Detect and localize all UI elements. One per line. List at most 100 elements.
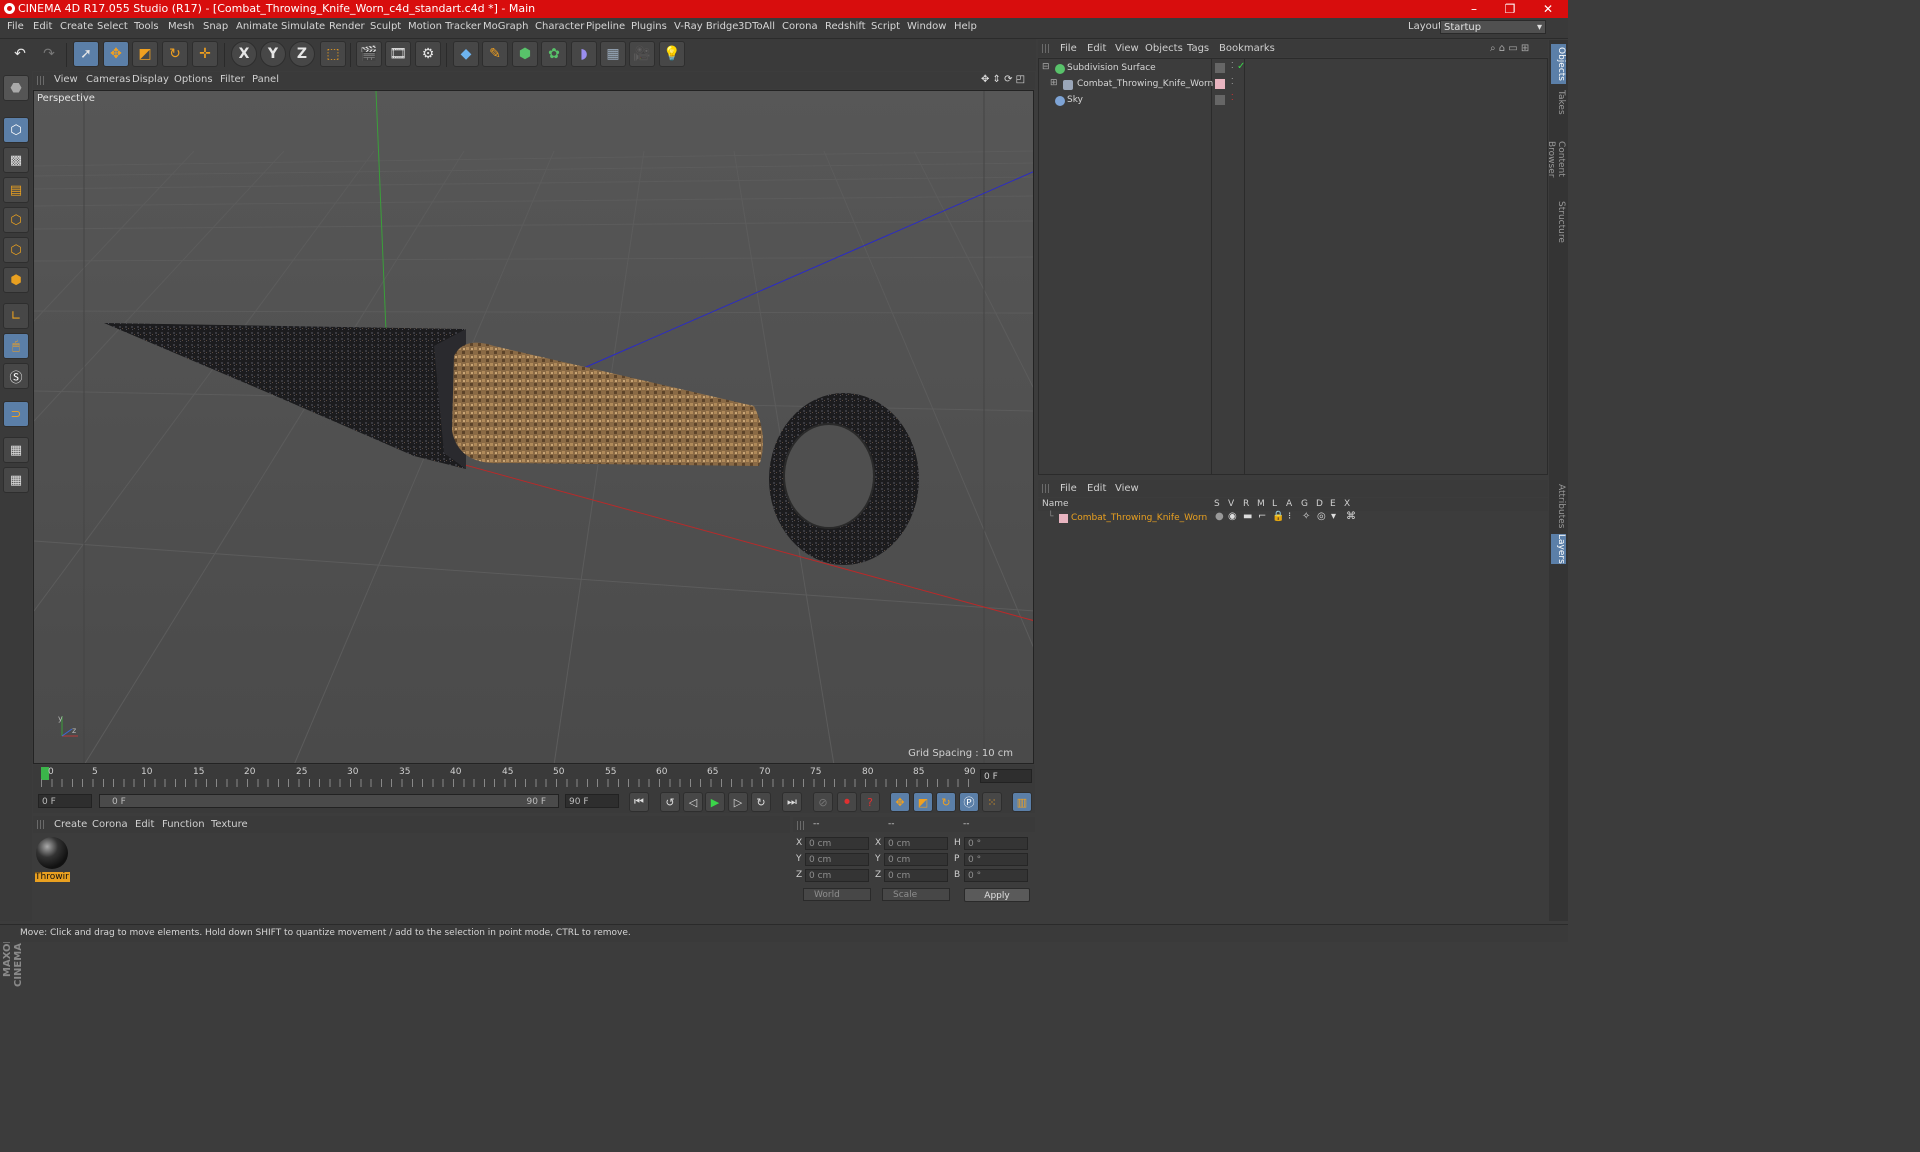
position-y-field[interactable]: 0 cm [805, 853, 869, 866]
layer-lock-icon[interactable]: 🔒 [1272, 511, 1284, 522]
lock-workplane-icon[interactable]: ▦ [3, 437, 29, 463]
material-menu-create[interactable]: Create [54, 819, 87, 830]
layer-expression-icon[interactable]: ▾ [1331, 511, 1336, 522]
visibility-dots-icon[interactable]: ⁚ [1231, 61, 1234, 70]
menu-select[interactable]: Select [97, 21, 128, 32]
menu-redshift[interactable]: Redshift [825, 21, 866, 32]
viewport-menu-view[interactable]: View [54, 74, 78, 85]
menu-mesh[interactable]: Mesh [168, 21, 194, 32]
viewport-menu-options[interactable]: Options [174, 74, 213, 85]
layer-menu-edit[interactable]: Edit [1087, 483, 1106, 494]
menu-window[interactable]: Window [907, 21, 946, 32]
transform-tool-icon[interactable]: ✛ [192, 41, 218, 67]
coordinate-system-icon[interactable]: ⬚ [320, 41, 346, 67]
tab-attributes[interactable]: Attributes [1551, 482, 1566, 530]
points-mode-icon[interactable]: ⬡ [3, 207, 29, 233]
size-mode-select[interactable]: Scale [882, 888, 950, 901]
axis-mode-icon[interactable]: ∟ [3, 303, 29, 329]
layer-menu-file[interactable]: File [1060, 483, 1077, 494]
viewport-menu-display[interactable]: Display [132, 74, 169, 85]
range-slider[interactable]: 0 F 90 F [99, 794, 559, 808]
edit-render-settings-icon[interactable]: ⚙ [415, 41, 441, 67]
tab-structure[interactable]: Structure [1551, 200, 1566, 244]
previous-frame-icon[interactable]: ◁ [683, 792, 703, 812]
autokey-icon[interactable]: ⏺ [837, 792, 857, 812]
end-frame-field[interactable]: 90 F [565, 794, 619, 808]
layer-visible-eye-icon[interactable]: ◉ [1228, 511, 1237, 522]
pen-spline-icon[interactable]: ✎ [482, 41, 508, 67]
coordinate-mode-select[interactable]: World [803, 888, 871, 901]
layer-generator-icon[interactable]: ✧ [1302, 511, 1310, 522]
apply-button[interactable]: Apply [964, 888, 1030, 902]
model-mode-icon[interactable]: ⬡ [3, 117, 29, 143]
menu-mograph[interactable]: MoGraph [483, 21, 528, 32]
layer-row[interactable]: └ Combat_Throwing_Knife_Worn ● ◉ ▬ ⌐ 🔒 ⁝… [1038, 511, 1546, 527]
menu-vray-bridge[interactable]: V-Ray Bridge [674, 21, 738, 32]
polygons-mode-icon[interactable]: ⬢ [3, 267, 29, 293]
y-axis-lock[interactable]: Y [260, 41, 286, 67]
menu-edit[interactable]: Edit [33, 21, 52, 32]
viewport-menu-filter[interactable]: Filter [220, 74, 245, 85]
render-view-icon[interactable]: 🎬 [356, 41, 382, 67]
texture-mode-icon[interactable]: ▩ [3, 147, 29, 173]
start-frame-field[interactable]: 0 F [38, 794, 92, 808]
current-frame-field[interactable]: 0 F [980, 769, 1032, 783]
viewport-menu-panel[interactable]: Panel [252, 74, 279, 85]
make-editable-icon[interactable]: ⬣ [3, 75, 29, 101]
snap-icon[interactable]: Ⓢ [3, 363, 29, 389]
expand-icon[interactable]: ⊞ [1050, 78, 1058, 88]
tab-layers[interactable]: Layers [1551, 534, 1566, 564]
menu-create[interactable]: Create [60, 21, 93, 32]
object-manager-search-icon[interactable]: ⌕ ⌂ ▭ ⊞ [1490, 43, 1529, 54]
z-axis-lock[interactable]: Z [289, 41, 315, 67]
scale-tool-icon[interactable]: ◩ [132, 41, 158, 67]
menu-motion-tracker[interactable]: Motion Tracker [408, 21, 481, 32]
subdivision-surface-icon[interactable]: ⬢ [512, 41, 538, 67]
keyframe-selection-icon[interactable]: ? [860, 792, 880, 812]
object-menu-objects[interactable]: Objects [1145, 43, 1183, 54]
menu-tools[interactable]: Tools [134, 21, 159, 32]
layer-xref-icon[interactable]: ⌘ [1346, 511, 1356, 522]
close-button[interactable]: ✕ [1530, 0, 1566, 18]
go-to-start-icon[interactable]: ⏮ [629, 792, 649, 812]
x-axis-lock[interactable]: X [231, 41, 257, 67]
material-menu-edit[interactable]: Edit [135, 819, 154, 830]
material-thumbnail[interactable]: Throwir [33, 834, 73, 884]
menu-pipeline[interactable]: Pipeline [586, 21, 625, 32]
tab-content-browser[interactable]: Content Browser [1546, 122, 1566, 196]
layer-render-icon[interactable]: ▬ [1243, 511, 1252, 522]
floor-icon[interactable]: ▦ [600, 41, 626, 67]
visibility-dots-icon[interactable]: ⁚ [1231, 77, 1234, 86]
menu-corona[interactable]: Corona [782, 21, 818, 32]
camera-icon[interactable]: 🎥 [629, 41, 655, 67]
size-x-field[interactable]: 0 cm [884, 837, 948, 850]
magnet-icon[interactable]: ⊃ [3, 401, 29, 427]
play-icon[interactable]: ▶ [705, 792, 725, 812]
cloner-icon[interactable]: ✿ [541, 41, 567, 67]
next-key-icon[interactable]: ↻ [751, 792, 771, 812]
rotate-tool-icon[interactable]: ↻ [162, 41, 188, 67]
layer-animation-icon[interactable]: ⁝ [1288, 511, 1291, 522]
tab-takes[interactable]: Takes [1551, 88, 1566, 116]
menu-render[interactable]: Render [329, 21, 365, 32]
key-pla-icon[interactable]: ⁙ [982, 792, 1002, 812]
record-keys-icon[interactable]: ⊘ [813, 792, 833, 812]
cube-object-icon[interactable]: ◆ [453, 41, 479, 67]
layer-deformer-icon[interactable]: ◎ [1317, 511, 1326, 522]
viewport-menu-cameras[interactable]: Cameras [86, 74, 130, 85]
minimize-button[interactable]: – [1456, 0, 1492, 18]
menu-3dtoall[interactable]: 3DToAll [738, 21, 775, 32]
rotation-p-field[interactable]: 0 ° [964, 853, 1028, 866]
visibility-dots-icon[interactable]: ⁚ [1231, 93, 1234, 102]
object-menu-tags[interactable]: Tags [1187, 43, 1209, 54]
move-tool-icon[interactable]: ✥ [103, 41, 129, 67]
collapse-icon[interactable]: ⊟ [1042, 62, 1050, 72]
layer-manager-icon[interactable]: ⌐ [1258, 511, 1266, 522]
key-rotation-icon[interactable]: ↻ [936, 792, 956, 812]
next-frame-icon[interactable]: ▷ [728, 792, 748, 812]
viewport-nav-icons[interactable]: ✥ ⇕ ⟳ ◰ [981, 74, 1025, 85]
size-z-field[interactable]: 0 cm [884, 869, 948, 882]
menu-snap[interactable]: Snap [203, 21, 228, 32]
layout-select[interactable]: Startup ▾ [1440, 20, 1546, 34]
menu-script[interactable]: Script [871, 21, 900, 32]
